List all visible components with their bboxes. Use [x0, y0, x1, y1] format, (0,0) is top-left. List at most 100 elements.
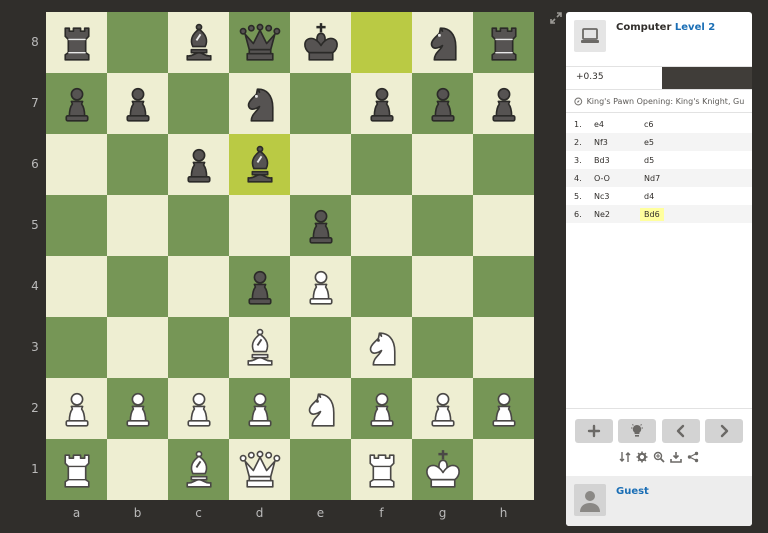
black-pawn-icon[interactable]	[54, 81, 100, 127]
square-g1[interactable]	[412, 439, 473, 500]
black-pawn-icon[interactable]	[298, 203, 344, 249]
white-pawn-icon[interactable]	[298, 264, 344, 310]
square-b3[interactable]	[107, 317, 168, 378]
white-pawn-icon[interactable]	[54, 386, 100, 432]
white-rook-icon[interactable]	[54, 447, 100, 493]
square-e5[interactable]	[290, 195, 351, 256]
black-pawn-icon[interactable]	[359, 81, 405, 127]
square-f5[interactable]	[351, 195, 412, 256]
square-e4[interactable]	[290, 256, 351, 317]
black-knight-icon[interactable]	[420, 20, 466, 66]
square-h3[interactable]	[473, 317, 534, 378]
square-e3[interactable]	[290, 317, 351, 378]
square-f2[interactable]	[351, 378, 412, 439]
black-pawn-icon[interactable]	[115, 81, 161, 127]
square-g7[interactable]	[412, 73, 473, 134]
download-icon[interactable]	[670, 450, 683, 463]
move-list[interactable]: 1. e4 c6 2. Nf3 e5 3. Bd3 d5 4. O-O Nd7 5. Nc3 d4 6. Ne2…	[566, 115, 752, 223]
black-move[interactable]: d5	[644, 156, 654, 165]
square-d4[interactable]	[229, 256, 290, 317]
black-rook-icon[interactable]	[54, 20, 100, 66]
share-icon[interactable]	[687, 450, 700, 463]
square-g2[interactable]	[412, 378, 473, 439]
white-move[interactable]: O-O	[592, 174, 644, 183]
chessboard[interactable]	[46, 12, 534, 500]
square-a6[interactable]	[46, 134, 107, 195]
square-h5[interactable]	[473, 195, 534, 256]
square-f7[interactable]	[351, 73, 412, 134]
white-move[interactable]: Ne2	[592, 210, 644, 219]
square-b2[interactable]	[107, 378, 168, 439]
square-a2[interactable]	[46, 378, 107, 439]
square-f4[interactable]	[351, 256, 412, 317]
black-move[interactable]: Nd7	[644, 174, 660, 183]
square-c7[interactable]	[168, 73, 229, 134]
square-a8[interactable]	[46, 12, 107, 73]
square-f1[interactable]	[351, 439, 412, 500]
square-c6[interactable]	[168, 134, 229, 195]
white-bishop-icon[interactable]	[176, 447, 222, 493]
black-pawn-icon[interactable]	[237, 264, 283, 310]
square-d1[interactable]	[229, 439, 290, 500]
white-move[interactable]: Nf3	[592, 138, 644, 147]
previous-move-button[interactable]	[661, 419, 700, 443]
square-a1[interactable]	[46, 439, 107, 500]
square-c2[interactable]	[168, 378, 229, 439]
square-b4[interactable]	[107, 256, 168, 317]
black-move[interactable]: e5	[644, 138, 654, 147]
black-pawn-icon[interactable]	[481, 81, 527, 127]
square-f3[interactable]	[351, 317, 412, 378]
white-pawn-icon[interactable]	[115, 386, 161, 432]
next-move-button[interactable]	[704, 419, 743, 443]
square-e1[interactable]	[290, 439, 351, 500]
black-rook-icon[interactable]	[481, 20, 527, 66]
white-bishop-icon[interactable]	[237, 325, 283, 371]
square-b7[interactable]	[107, 73, 168, 134]
white-knight-icon[interactable]	[298, 386, 344, 432]
white-pawn-icon[interactable]	[359, 386, 405, 432]
square-g3[interactable]	[412, 317, 473, 378]
square-a5[interactable]	[46, 195, 107, 256]
black-move[interactable]: Bd6	[640, 207, 664, 221]
black-move[interactable]: c6	[644, 120, 654, 129]
square-h1[interactable]	[473, 439, 534, 500]
square-f8[interactable]	[351, 12, 412, 73]
square-d3[interactable]	[229, 317, 290, 378]
square-h6[interactable]	[473, 134, 534, 195]
expand-icon[interactable]	[550, 12, 562, 24]
black-bishop-icon[interactable]	[237, 142, 283, 188]
white-pawn-icon[interactable]	[420, 386, 466, 432]
square-c1[interactable]	[168, 439, 229, 500]
square-b8[interactable]	[107, 12, 168, 73]
analysis-icon[interactable]	[653, 450, 666, 463]
white-pawn-icon[interactable]	[176, 386, 222, 432]
square-g6[interactable]	[412, 134, 473, 195]
square-e8[interactable]	[290, 12, 351, 73]
square-g8[interactable]	[412, 12, 473, 73]
hint-button[interactable]	[618, 419, 657, 443]
square-g5[interactable]	[412, 195, 473, 256]
square-b1[interactable]	[107, 439, 168, 500]
square-d7[interactable]	[229, 73, 290, 134]
white-queen-icon[interactable]	[237, 447, 283, 493]
square-h7[interactable]	[473, 73, 534, 134]
square-e2[interactable]	[290, 378, 351, 439]
white-move[interactable]: Bd3	[592, 156, 644, 165]
white-king-icon[interactable]	[420, 447, 466, 493]
square-c3[interactable]	[168, 317, 229, 378]
white-move[interactable]: Nc3	[592, 192, 644, 201]
white-pawn-icon[interactable]	[237, 386, 283, 432]
square-f6[interactable]	[351, 134, 412, 195]
black-queen-icon[interactable]	[237, 20, 283, 66]
square-c5[interactable]	[168, 195, 229, 256]
white-move[interactable]: e4	[592, 120, 644, 129]
black-king-icon[interactable]	[298, 20, 344, 66]
white-rook-icon[interactable]	[359, 447, 405, 493]
square-g4[interactable]	[412, 256, 473, 317]
square-d6[interactable]	[229, 134, 290, 195]
square-d8[interactable]	[229, 12, 290, 73]
black-pawn-icon[interactable]	[420, 81, 466, 127]
new-game-button[interactable]	[575, 419, 613, 443]
square-b6[interactable]	[107, 134, 168, 195]
square-h2[interactable]	[473, 378, 534, 439]
